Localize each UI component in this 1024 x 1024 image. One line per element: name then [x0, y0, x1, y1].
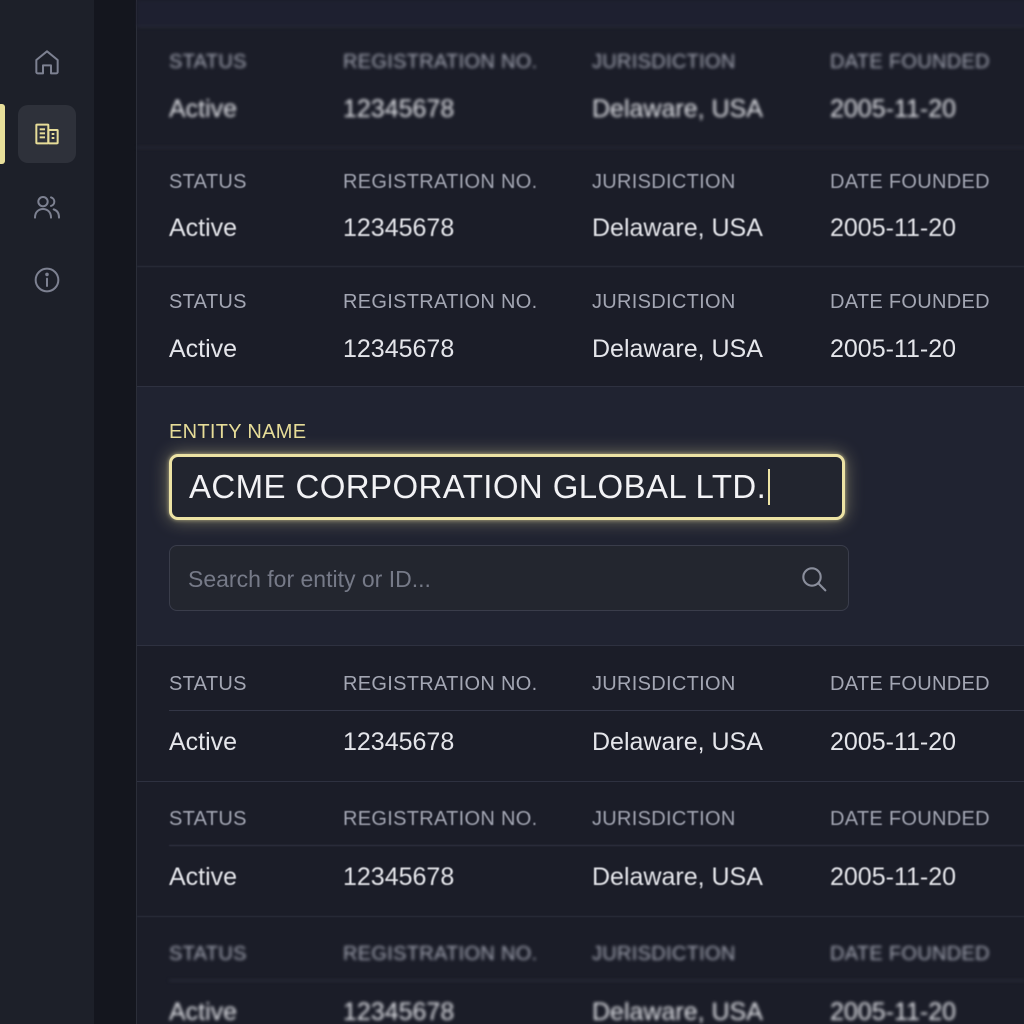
- info-icon: [34, 267, 60, 293]
- column-header-date-founded: DATE FOUNDED: [830, 943, 990, 965]
- column-header-jurisdiction: JURISDICTION: [592, 291, 736, 313]
- column-header-date-founded: DATE FOUNDED: [830, 673, 990, 695]
- sidebar-item-home[interactable]: [18, 33, 76, 91]
- column-header-status: STATUS: [169, 291, 247, 313]
- row-divider: [169, 710, 1024, 711]
- search-box: [169, 545, 849, 612]
- record-registration: 12345678: [343, 728, 455, 756]
- record-registration: 12345678: [343, 998, 455, 1024]
- column-header-registration: REGISTRATION NO.: [343, 51, 538, 73]
- record-date-founded: 2005-11-20: [830, 863, 957, 891]
- record-status: Active: [169, 863, 238, 891]
- column-header-jurisdiction: JURISDICTION: [592, 673, 736, 695]
- row-divider: [169, 980, 1024, 981]
- main-content: STATUS REGISTRATION NO. JURISDICTION DAT…: [136, 0, 1024, 1024]
- search-icon[interactable]: [798, 563, 830, 595]
- text-caret: [768, 469, 771, 505]
- column-header-date-founded: DATE FOUNDED: [830, 171, 990, 193]
- sidebar-item-info[interactable]: [18, 251, 76, 309]
- column-header-jurisdiction: JURISDICTION: [592, 943, 736, 965]
- record-date-founded: 2005-11-20: [830, 335, 957, 363]
- entity-name-field[interactable]: ACME CORPORATION GLOBAL LTD.: [169, 454, 845, 520]
- row-divider: [169, 845, 1024, 846]
- sidebar-item-users[interactable]: [18, 178, 76, 236]
- sidebar-gutter: [94, 0, 136, 1024]
- record-card[interactable]: STATUS REGISTRATION NO. JURISDICTION DAT…: [137, 646, 1024, 782]
- column-header-jurisdiction: JURISDICTION: [592, 51, 736, 73]
- column-header-status: STATUS: [169, 673, 247, 695]
- record-date-founded: 2005-11-20: [830, 214, 957, 242]
- column-header-status: STATUS: [169, 808, 247, 830]
- record-card[interactable]: STATUS REGISTRATION NO. JURISDICTION DAT…: [137, 266, 1024, 387]
- record-jurisdiction: Delaware, USA: [592, 863, 763, 891]
- record-card[interactable]: STATUS REGISTRATION NO. JURISDICTION DAT…: [137, 147, 1024, 267]
- record-jurisdiction: Delaware, USA: [592, 998, 763, 1024]
- column-header-registration: REGISTRATION NO.: [343, 943, 538, 965]
- record-status: Active: [169, 214, 238, 242]
- active-nav-indicator: [0, 104, 5, 164]
- column-header-registration: REGISTRATION NO.: [343, 808, 538, 830]
- column-header-status: STATUS: [169, 171, 247, 193]
- sidebar: [0, 0, 94, 1024]
- column-header-registration: REGISTRATION NO.: [343, 673, 538, 695]
- home-icon: [35, 50, 59, 75]
- record-registration: 12345678: [343, 863, 455, 891]
- building-icon: [35, 123, 59, 145]
- entity-name-label: ENTITY NAME: [169, 421, 307, 443]
- record-status: Active: [169, 95, 238, 123]
- record-date-founded: 2005-11-20: [830, 95, 957, 123]
- record-date-founded: 2005-11-20: [830, 998, 957, 1024]
- record-jurisdiction: Delaware, USA: [592, 95, 763, 123]
- column-header-status: STATUS: [169, 51, 247, 73]
- record-jurisdiction: Delaware, USA: [592, 728, 763, 756]
- app-window: STATUS REGISTRATION NO. JURISDICTION DAT…: [0, 0, 1024, 1024]
- record-status: Active: [169, 335, 238, 363]
- record-registration: 12345678: [343, 95, 455, 123]
- record-status: Active: [169, 998, 238, 1024]
- record-jurisdiction: Delaware, USA: [592, 214, 763, 242]
- top-record-edge: [137, 0, 1024, 27]
- record-card[interactable]: STATUS REGISTRATION NO. JURISDICTION DAT…: [137, 916, 1024, 1024]
- column-header-registration: REGISTRATION NO.: [343, 171, 538, 193]
- column-header-jurisdiction: JURISDICTION: [592, 171, 736, 193]
- column-header-jurisdiction: JURISDICTION: [592, 808, 736, 830]
- record-date-founded: 2005-11-20: [830, 728, 957, 756]
- record-registration: 12345678: [343, 335, 455, 363]
- column-header-date-founded: DATE FOUNDED: [830, 808, 990, 830]
- search-input[interactable]: [170, 546, 800, 612]
- record-registration: 12345678: [343, 214, 455, 242]
- column-header-date-founded: DATE FOUNDED: [830, 51, 990, 73]
- record-card[interactable]: STATUS REGISTRATION NO. JURISDICTION DAT…: [137, 27, 1024, 148]
- sidebar-item-entities[interactable]: [18, 105, 76, 163]
- entity-name-value: ACME CORPORATION GLOBAL LTD.: [189, 468, 767, 505]
- record-jurisdiction: Delaware, USA: [592, 335, 763, 363]
- column-header-status: STATUS: [169, 943, 247, 965]
- column-header-registration: REGISTRATION NO.: [343, 291, 538, 313]
- column-header-date-founded: DATE FOUNDED: [830, 291, 990, 313]
- record-card[interactable]: STATUS REGISTRATION NO. JURISDICTION DAT…: [137, 781, 1024, 917]
- entity-search-panel: ENTITY NAME ACME CORPORATION GLOBAL LTD.: [137, 387, 1024, 646]
- users-icon: [34, 196, 60, 219]
- record-status: Active: [169, 728, 238, 756]
